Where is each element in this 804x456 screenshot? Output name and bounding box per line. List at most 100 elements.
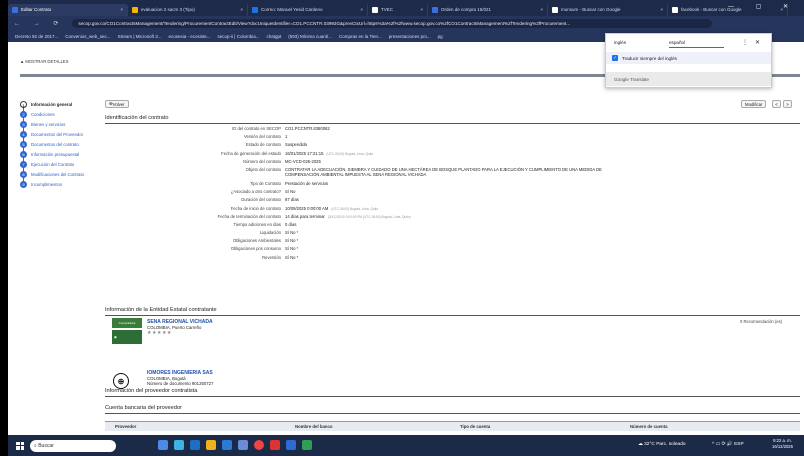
- field-value: Sí No *: [285, 254, 299, 260]
- bank-column-header: Número de cuenta: [630, 424, 668, 429]
- show-details-link[interactable]: ▲ MOSTRAR DETALLES: [20, 59, 69, 64]
- bookmark-item[interactable]: Compras en la Tien...: [339, 34, 382, 39]
- field-value: Sí No *: [285, 246, 299, 252]
- tab-close-icon[interactable]: ×: [416, 7, 423, 12]
- browser-tab[interactable]: TVEC ×: [368, 3, 428, 16]
- tab-close-icon[interactable]: ×: [236, 7, 243, 12]
- url-input[interactable]: secop.gov.co/CO1ContractsManagement/Tend…: [72, 18, 713, 28]
- browser-tab[interactable]: Correo: Manuel Yesid Cardeno ×: [248, 3, 368, 16]
- translate-footer: Google Translate: [606, 72, 771, 86]
- step-item[interactable]: 7 Ejecución del Contrato: [20, 159, 84, 169]
- step-number: 4: [20, 130, 27, 138]
- step-item[interactable]: 3 Bienes y servicios: [20, 119, 84, 129]
- bookmark-item[interactable]: ecosesia - ecosiste...: [169, 34, 211, 39]
- field-row: Liquidación Sí No *: [105, 230, 605, 238]
- section-divider: [105, 396, 800, 397]
- step-number: 2: [20, 110, 27, 118]
- date: 16/12/2025: [772, 444, 793, 449]
- field-value: CONTRATAR LA ADECUACIÓN, SIEMBRA Y CUIDA…: [285, 166, 602, 177]
- clock[interactable]: 9:22 a. m. 16/12/2025: [772, 438, 793, 450]
- step-item[interactable]: 5 Documentos del contrato: [20, 139, 84, 149]
- field-row: ¿Asociado a otro contrato? Sí No: [105, 189, 605, 197]
- browser-tab[interactable]: Editar Contrato ×: [8, 3, 128, 16]
- bookmark-item[interactable]: secop-ii | Colombia...: [218, 34, 260, 39]
- app2-icon[interactable]: [286, 440, 296, 450]
- step-number: 5: [20, 140, 27, 148]
- excel-icon[interactable]: [302, 440, 312, 450]
- modify-button[interactable]: Modificar: [741, 100, 767, 108]
- bookmark-item[interactable]: pg: [438, 34, 443, 39]
- windows-start-icon[interactable]: [16, 441, 24, 450]
- chrome-icon[interactable]: [254, 440, 264, 450]
- screen: Editar Contrato × evaluacion 2 sacm 3 (Tip…: [0, 0, 804, 456]
- step-label: Bienes y servicios: [31, 121, 66, 127]
- back-button[interactable]: ⊕ Volver: [105, 100, 129, 108]
- back-label: Volver: [112, 101, 125, 107]
- bookmark-item[interactable]: Convenios_web_sec...: [65, 34, 110, 39]
- tab-label: Correo: Manuel Yesid Cardeno: [261, 7, 323, 12]
- window-controls[interactable]: — ▢ ✕: [728, 3, 798, 10]
- field-value: 10/09/2025 0:00:00 AM: [285, 205, 329, 211]
- contract-fields: ID del contrato en SECOP CO1.PCCNTR.83800…: [105, 126, 605, 263]
- step-number: 6: [20, 150, 27, 158]
- taskbar-search[interactable]: ⌕ Buscar: [30, 439, 116, 452]
- bookmark-item[interactable]: Decreto 92 de 2017...: [15, 34, 58, 39]
- prev-arrow-button[interactable]: <: [772, 100, 781, 108]
- nav-buttons[interactable]: ← → ⟳: [14, 20, 64, 27]
- word-icon[interactable]: [222, 440, 232, 450]
- close-icon[interactable]: ✕: [755, 39, 760, 46]
- lang-from-tab[interactable]: inglés: [614, 40, 669, 48]
- file-explorer-icon[interactable]: [158, 440, 168, 450]
- step-label: Ejecución del Contrato: [31, 161, 75, 167]
- weather-widget[interactable]: ☁ 32°C Parc. soleado: [638, 442, 686, 447]
- step-item[interactable]: 4 Documentos del Proveedor: [20, 129, 84, 139]
- weather-label: 32°C Parc. soleado: [644, 442, 686, 447]
- app-icon[interactable]: [238, 440, 248, 450]
- entity-image: ▣: [112, 330, 142, 344]
- field-label: Estado de contrato: [245, 142, 281, 148]
- tab-close-icon[interactable]: ×: [116, 7, 123, 12]
- tab-label: monsum - Buscar con Google: [561, 7, 621, 12]
- bookmark-item[interactable]: chatgpt: [266, 34, 281, 39]
- pdf-icon[interactable]: [270, 440, 280, 450]
- browser-tab[interactable]: evaluacion 2 sacm 3 (Tipo) ×: [128, 3, 248, 16]
- bookmark-item[interactable]: presentaciones p/o...: [389, 34, 431, 39]
- provider-info: IOMORES INGENIERIA SAS COLOMBIA, Bogotá …: [147, 370, 213, 386]
- step-number: 1: [20, 100, 27, 108]
- next-arrow-button[interactable]: >: [783, 100, 792, 108]
- step-item[interactable]: 2 Condiciones: [20, 109, 84, 119]
- step-item[interactable]: 9 Incumplimientos: [20, 179, 84, 189]
- step-item[interactable]: 8 Modificaciones del Contrato: [20, 169, 84, 179]
- bookmark-item[interactable]: Stream | Microsoft 3...: [118, 34, 162, 39]
- recommendations-count[interactable]: 0 Recomendación (es): [740, 319, 782, 324]
- browser-tab[interactable]: monsum - Buscar con Google ×: [548, 3, 668, 16]
- field-value: 87 días: [285, 197, 299, 203]
- step-item[interactable]: 1 Información general: [20, 99, 84, 109]
- lang-to-tab[interactable]: español: [669, 40, 724, 48]
- bank-column-header: Nombre del banco: [295, 424, 333, 429]
- field-label: Fecha de generación del estado: [221, 150, 281, 156]
- more-options-icon[interactable]: ⋮: [742, 39, 748, 46]
- lang-indicator: ESP: [734, 442, 744, 447]
- field-label: ID del contrato en SECOP: [232, 126, 281, 131]
- field-row: Obligaciones pos consumo Sí No *: [105, 246, 605, 254]
- step-label: Información general: [31, 101, 73, 107]
- step-item[interactable]: 6 Información presupuestal: [20, 149, 84, 159]
- tab-close-icon[interactable]: ×: [356, 7, 363, 12]
- field-value: MC-VCD-026-2025: [285, 158, 321, 164]
- bookmark-item[interactable]: (593) Mínima cuantí...: [288, 34, 332, 39]
- edge-icon[interactable]: [174, 440, 184, 450]
- outlook-icon[interactable]: [190, 440, 200, 450]
- always-translate-checkbox[interactable]: ✓ Traducir siempre del inglés: [606, 52, 771, 64]
- field-row: Reversión Sí No *: [105, 255, 605, 263]
- folder-icon[interactable]: [206, 440, 216, 450]
- tab-label: evaluacion 2 sacm 3 (Tipo): [141, 7, 195, 12]
- system-tray[interactable]: ^ ▭ ⟳ 🔊 ESP: [712, 442, 744, 447]
- always-translate-label: Traducir siempre del inglés: [622, 55, 677, 61]
- tab-close-icon[interactable]: ×: [656, 7, 663, 12]
- page-content: ▲ MOSTRAR DETALLES 1 Información general 2…: [8, 33, 804, 435]
- field-label: Obligaciones Ambientales: [232, 238, 281, 244]
- browser-tab[interactable]: Orden de compra 15/021 ×: [428, 3, 548, 16]
- tab-close-icon[interactable]: ×: [536, 7, 543, 12]
- tab-favicon-icon: [12, 6, 18, 13]
